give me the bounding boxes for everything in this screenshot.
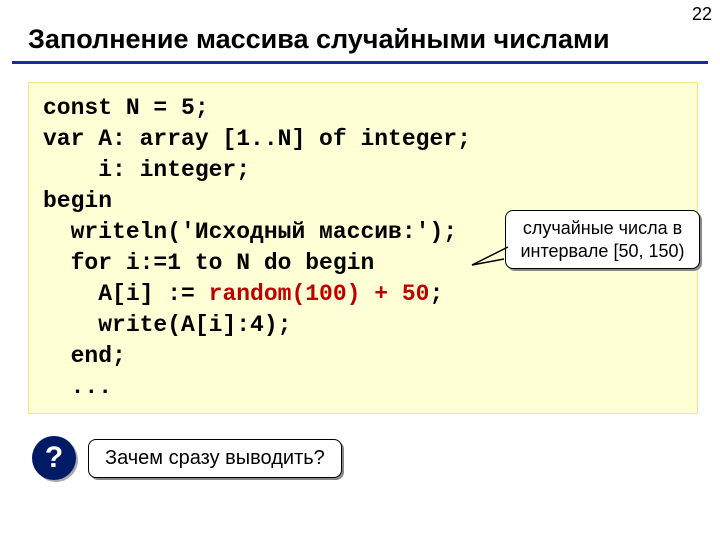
question-mark-icon: ?	[32, 436, 76, 480]
code-block: const N = 5; var A: array [1..N] of inte…	[28, 82, 698, 414]
callout-line: случайные числа в	[516, 217, 689, 240]
question-row: ? Зачем сразу выводить?	[32, 436, 720, 480]
code-text: ;	[429, 281, 443, 307]
code-line: write(A[i]:4);	[43, 310, 683, 341]
code-line: A[i] := random(100) + 50;	[43, 279, 683, 310]
code-line: const N = 5;	[43, 93, 683, 124]
code-highlight: random(100) + 50	[209, 281, 430, 307]
callout-tail-icon	[470, 241, 510, 269]
code-line: ...	[43, 372, 683, 403]
callout-line: интервале [50, 150)	[516, 240, 689, 263]
slide-title: Заполнение массива случайными числами	[12, 0, 708, 64]
code-text: A[i] :=	[43, 281, 209, 307]
code-line: end;	[43, 341, 683, 372]
question-text: Зачем сразу выводить?	[88, 439, 342, 478]
callout-box: случайные числа в интервале [50, 150)	[505, 210, 700, 269]
code-line: var A: array [1..N] of integer;	[43, 124, 683, 155]
code-line: i: integer;	[43, 155, 683, 186]
callout: случайные числа в интервале [50, 150)	[505, 210, 700, 269]
page-number: 22	[692, 4, 712, 25]
